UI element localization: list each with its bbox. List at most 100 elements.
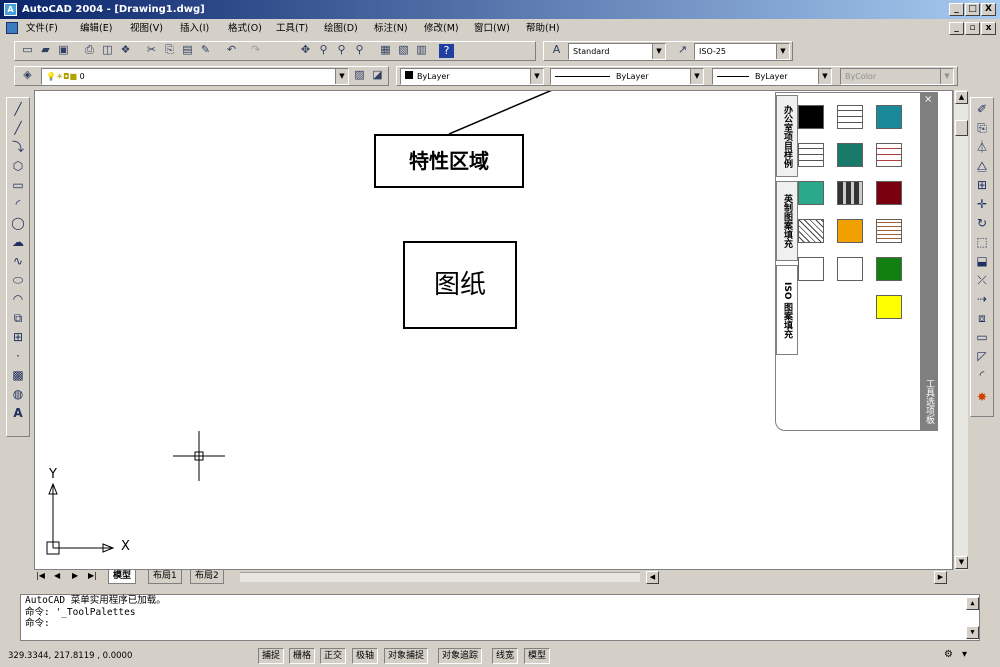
- make-current-layer-icon[interactable]: ▨: [351, 67, 368, 83]
- tab-first-arrow-icon[interactable]: |◀: [36, 571, 45, 580]
- undo-icon[interactable]: ↶: [223, 42, 240, 58]
- palette-tab-iso-hatch[interactable]: ISO 图案填充: [776, 265, 798, 355]
- erase-icon[interactable]: ✐: [973, 100, 991, 118]
- help-icon[interactable]: ?: [439, 44, 454, 58]
- match-properties-icon[interactable]: ✎: [197, 42, 214, 58]
- chevron-down-icon[interactable]: ▼: [690, 69, 703, 84]
- scroll-down-arrow-icon[interactable]: ▼: [955, 556, 968, 569]
- horizontal-scrollbar[interactable]: [240, 572, 640, 582]
- dim-style-icon[interactable]: ↗: [674, 42, 691, 58]
- palette-title-bar[interactable]: 工具选项板: [920, 92, 938, 430]
- extend-icon[interactable]: ⇢: [973, 290, 991, 308]
- mirror-icon[interactable]: ⏃: [973, 138, 991, 156]
- menu-file[interactable]: 文件(F): [26, 19, 58, 38]
- polar-toggle[interactable]: 极轴: [352, 648, 379, 664]
- menu-edit[interactable]: 编辑(E): [80, 19, 112, 38]
- spline-icon[interactable]: ∿: [9, 252, 27, 270]
- paste-icon[interactable]: ▤: [179, 42, 196, 58]
- palette-close-icon[interactable]: ×: [924, 94, 932, 105]
- scale-icon[interactable]: ⬚: [973, 233, 991, 251]
- swatch-green-speckle[interactable]: [798, 181, 824, 205]
- rotate-icon[interactable]: ↻: [973, 214, 991, 232]
- scroll-up-arrow-icon[interactable]: ▲: [955, 91, 968, 104]
- rectangle-icon[interactable]: ▭: [9, 176, 27, 194]
- snap-toggle[interactable]: 捕捉: [258, 648, 285, 664]
- chevron-down-icon[interactable]: ▼: [652, 44, 665, 59]
- hatch-icon[interactable]: ▩: [9, 366, 27, 384]
- dim-style-combo[interactable]: ISO-25 ▼: [694, 43, 790, 60]
- doc-close-button[interactable]: x: [981, 22, 996, 35]
- otrack-toggle[interactable]: 对象追踪: [438, 648, 483, 664]
- ellipse-arc-icon[interactable]: ◠: [9, 290, 27, 308]
- chevron-down-icon[interactable]: ▼: [818, 69, 831, 84]
- swatch-orange[interactable]: [837, 219, 863, 243]
- scroll-thumb[interactable]: [955, 120, 968, 136]
- menu-insert[interactable]: 插入(I): [180, 19, 209, 38]
- command-window[interactable]: AutoCAD 菜单实用程序已加载。 命令: '_ToolPalettes 命令…: [20, 594, 980, 641]
- doc-minimize-button[interactable]: _: [949, 22, 964, 35]
- menu-tools[interactable]: 工具(T): [276, 19, 308, 38]
- ellipse-icon[interactable]: ⬭: [9, 271, 27, 289]
- menu-window[interactable]: 窗口(W): [474, 19, 510, 38]
- maximize-button[interactable]: □: [965, 3, 980, 16]
- grid-toggle[interactable]: 栅格: [289, 648, 316, 664]
- lineweight-toggle[interactable]: 线宽: [492, 648, 519, 664]
- close-button[interactable]: X: [981, 3, 996, 16]
- swatch-red-brick-pattern[interactable]: [876, 143, 902, 167]
- hscroll-left-arrow-icon[interactable]: ◀: [646, 571, 659, 584]
- tab-layout2[interactable]: 布局2: [190, 570, 224, 584]
- tab-next-arrow-icon[interactable]: ▶: [72, 571, 78, 580]
- linetype-combo[interactable]: ByLayer ▼: [550, 68, 704, 85]
- tab-layout1[interactable]: 布局1: [148, 570, 182, 584]
- insert-block-icon[interactable]: ⧉: [9, 309, 27, 327]
- point-icon[interactable]: ·: [9, 347, 27, 365]
- comm-center-icon[interactable]: ⚙: [944, 649, 953, 660]
- swatch-wave-pattern[interactable]: [837, 257, 863, 281]
- chevron-down-icon[interactable]: ▼: [776, 44, 789, 59]
- menu-modify[interactable]: 修改(M): [424, 19, 459, 38]
- color-combo[interactable]: ByLayer ▼: [400, 68, 544, 85]
- swatch-diagonal-hatch[interactable]: [798, 219, 824, 243]
- chamfer-icon[interactable]: ◸: [973, 347, 991, 365]
- zoom-realtime-icon[interactable]: ⚲: [315, 42, 332, 58]
- swatch-wood-pattern[interactable]: [876, 219, 902, 243]
- minimize-button[interactable]: _: [949, 3, 964, 16]
- text-style-combo[interactable]: Standard ▼: [568, 43, 666, 60]
- open-icon[interactable]: ▰: [37, 42, 54, 58]
- swatch-green[interactable]: [876, 257, 902, 281]
- pan-icon[interactable]: ✥: [297, 42, 314, 58]
- palette-tab-imperial-hatch[interactable]: 英制图案填充: [776, 181, 798, 261]
- palette-tab-office[interactable]: 办公室项目样例: [776, 95, 798, 177]
- copy-icon[interactable]: ⎘: [161, 42, 178, 58]
- swatch-grid-pattern[interactable]: [837, 181, 863, 205]
- arc-icon[interactable]: ◜: [9, 195, 27, 213]
- layer-manager-icon[interactable]: ◈: [19, 67, 36, 83]
- plot-icon[interactable]: ⎙: [81, 42, 98, 58]
- canvas-scrollbar[interactable]: ▲ ▼: [953, 90, 968, 570]
- app-icon[interactable]: A: [4, 3, 17, 16]
- menu-draw[interactable]: 绘图(D): [324, 19, 358, 38]
- menu-help[interactable]: 帮助(H): [526, 19, 560, 38]
- text-style-icon[interactable]: A: [548, 42, 565, 58]
- cmd-scroll-down-arrow-icon[interactable]: ▼: [966, 626, 979, 639]
- chevron-down-icon[interactable]: ▼: [335, 69, 348, 84]
- properties-icon[interactable]: ▦: [377, 42, 394, 58]
- chevron-down-icon[interactable]: ▼: [940, 69, 953, 84]
- plot-style-combo[interactable]: ByColor ▼: [840, 68, 954, 85]
- multiline-text-icon[interactable]: A: [9, 404, 27, 422]
- tray-settings-icon[interactable]: ▾: [962, 649, 967, 660]
- menu-view[interactable]: 视图(V): [130, 19, 163, 38]
- revision-cloud-icon[interactable]: ☁: [9, 233, 27, 251]
- swatch-corner-pattern[interactable]: [798, 257, 824, 281]
- copy-object-icon[interactable]: ⎘: [973, 119, 991, 137]
- save-icon[interactable]: ▣: [55, 42, 72, 58]
- doc-restore-button[interactable]: ▫: [965, 22, 980, 35]
- stretch-icon[interactable]: ⬓: [973, 252, 991, 270]
- layer-previous-icon[interactable]: ◪: [369, 67, 386, 83]
- osnap-toggle[interactable]: 对象捕捉: [384, 648, 429, 664]
- swatch-yellow[interactable]: [876, 295, 902, 319]
- explode-icon[interactable]: ✸: [973, 388, 991, 406]
- move-icon[interactable]: ✛: [973, 195, 991, 213]
- swatch-maroon[interactable]: [876, 181, 902, 205]
- zoom-window-icon[interactable]: ⚲: [333, 42, 350, 58]
